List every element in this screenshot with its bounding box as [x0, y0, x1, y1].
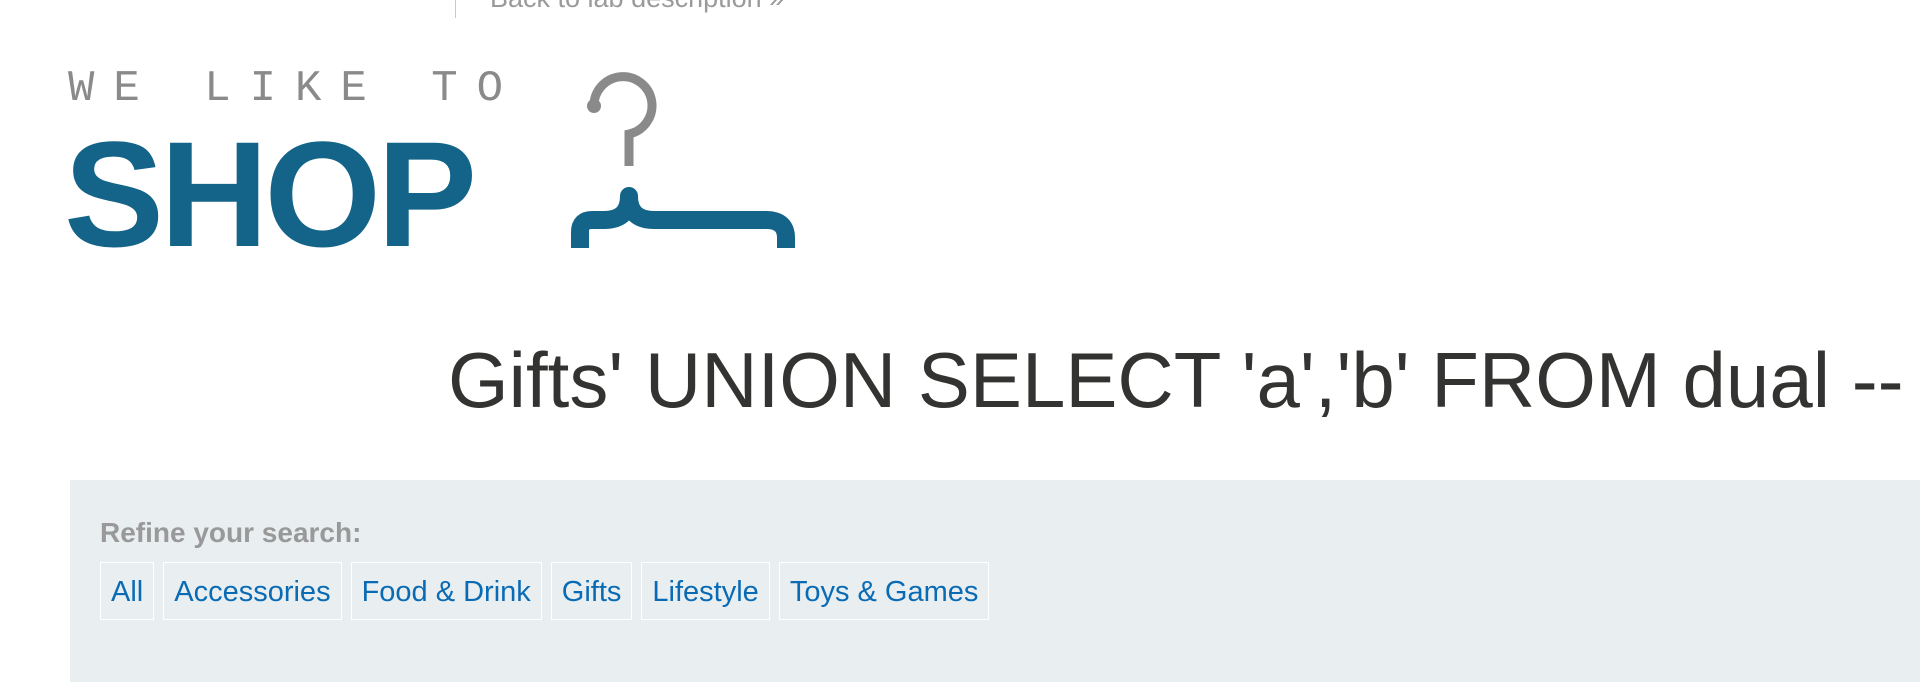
search-results-title: Gifts' UNION SELECT 'a','b' FROM dual -- [448, 336, 1904, 424]
filter-lifestyle[interactable]: Lifestyle [641, 562, 770, 620]
logo-tagline: WE LIKE TO [68, 64, 523, 114]
logo-word: SHOP [64, 110, 477, 278]
top-bar: Back to lab description » [455, 0, 784, 18]
refine-search-label: Refine your search: [100, 517, 362, 548]
filter-accessories[interactable]: Accessories [163, 562, 342, 620]
shop-logo[interactable]: WE LIKE TO SHOP [64, 64, 795, 269]
refine-search-panel: Refine your search: All Accessories Food… [70, 480, 1920, 682]
filter-all[interactable]: All [100, 562, 155, 620]
page: Back to lab description » WE LIKE TO SHO… [0, 0, 1920, 682]
filter-gifts[interactable]: Gifts [550, 562, 633, 620]
category-filters: All Accessories Food & Drink Gifts Lifes… [100, 562, 990, 620]
back-to-lab-link[interactable]: Back to lab description » [490, 0, 784, 13]
filter-food-and-drink[interactable]: Food & Drink [350, 562, 542, 620]
hanger-icon [571, 72, 795, 248]
filter-toys-and-games[interactable]: Toys & Games [778, 562, 990, 620]
